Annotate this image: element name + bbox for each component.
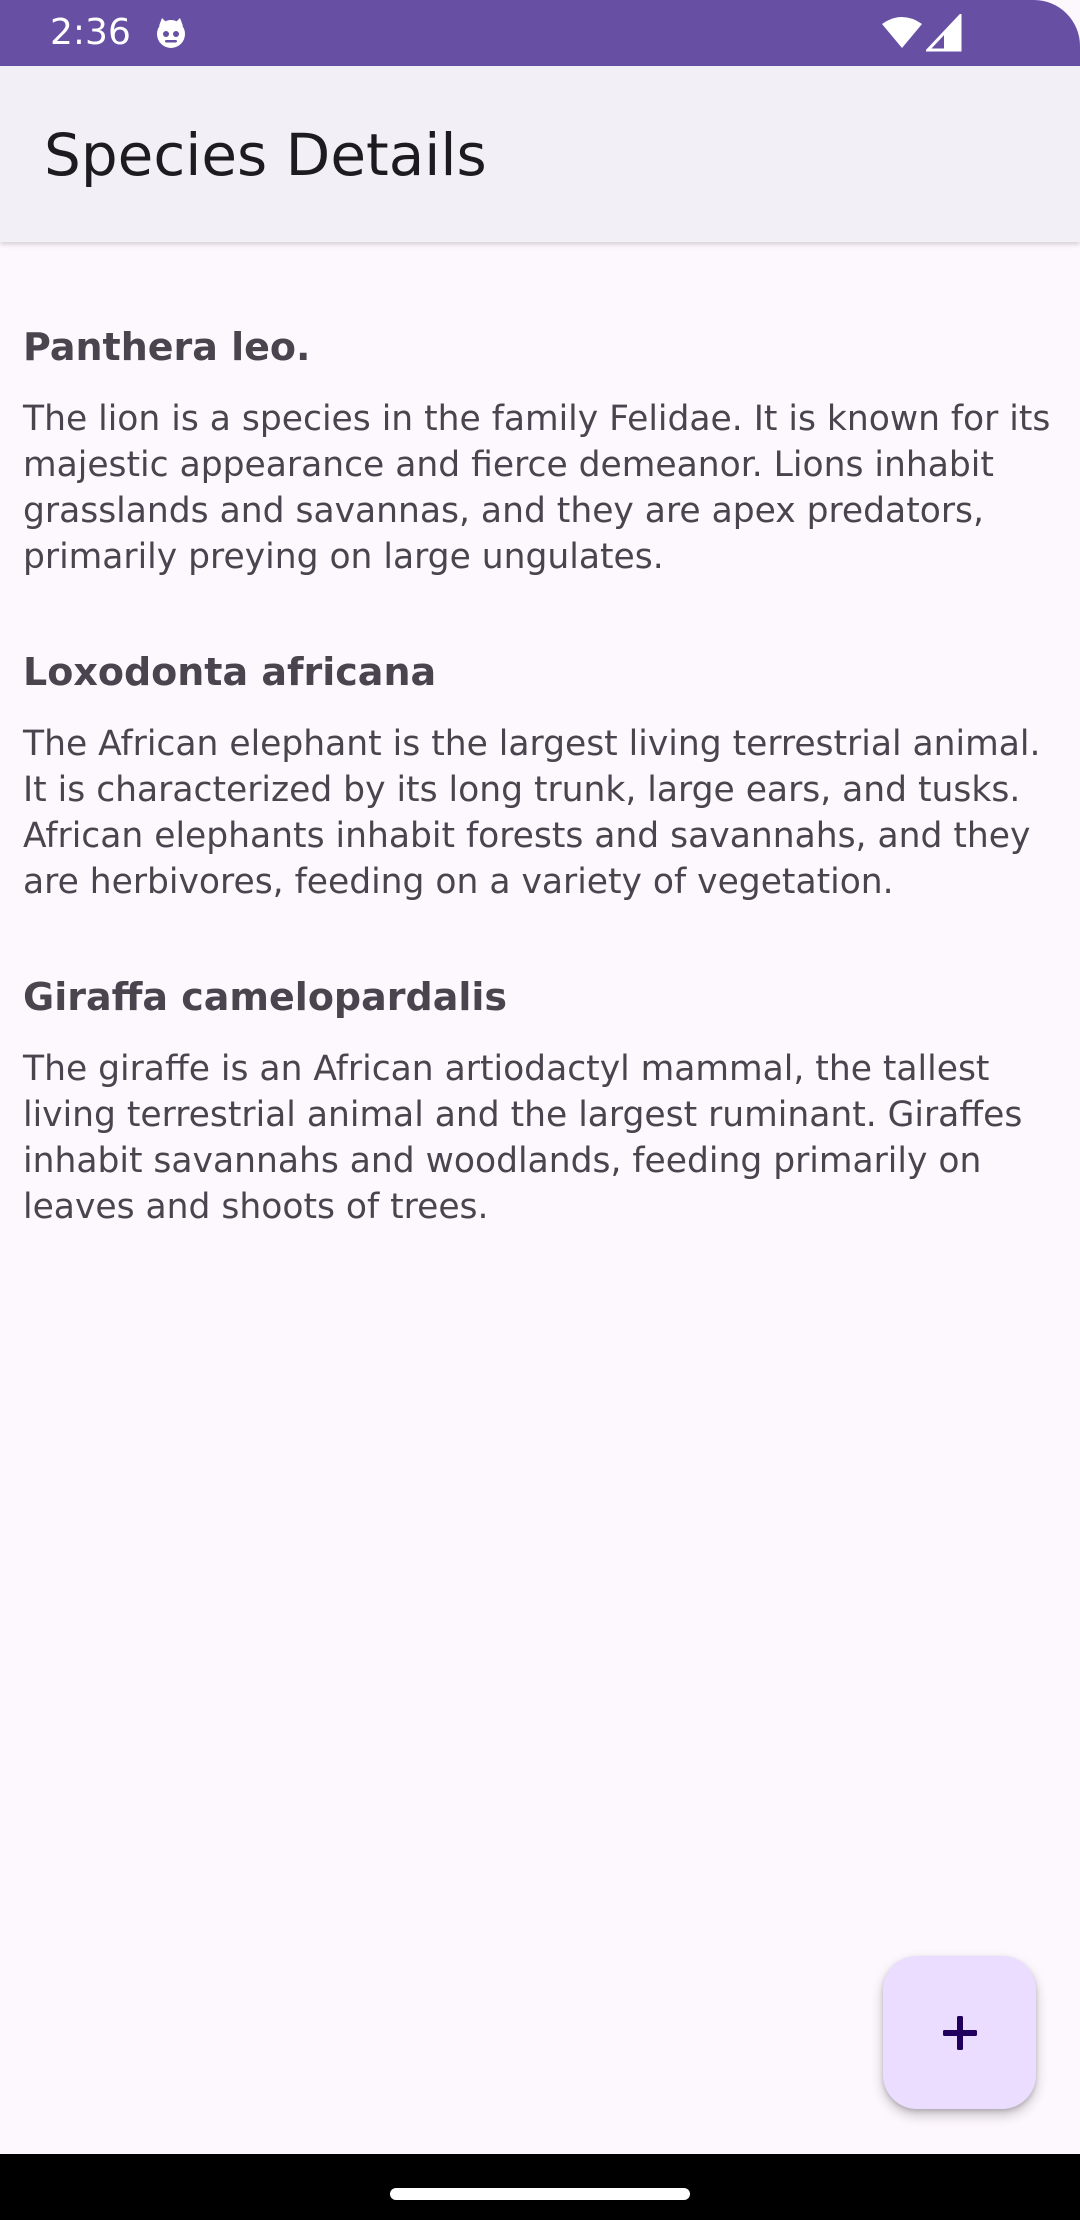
plus-icon (940, 2013, 980, 2053)
species-description: The African elephant is the largest livi… (23, 724, 1041, 902)
wifi-icon (880, 16, 924, 50)
species-item: Loxodonta africana The African elephant … (23, 643, 1053, 905)
species-name: Giraffa camelopardalis (23, 975, 508, 1019)
face-icon (154, 16, 188, 50)
navigation-bar (0, 2154, 1080, 2220)
status-bar: 2:36 (0, 0, 1080, 66)
add-species-button[interactable] (883, 1956, 1036, 2109)
species-name: Loxodonta africana (23, 650, 437, 694)
species-item: Giraffa camelopardalis The giraffe is an… (23, 968, 1053, 1230)
species-item: Panthera leo. The lion is a species in t… (23, 318, 1053, 580)
home-gesture-handle[interactable] (390, 2188, 690, 2200)
species-name: Panthera leo. (23, 325, 311, 369)
species-description: The giraffe is an African artiodactyl ma… (23, 1049, 1023, 1227)
species-description: The lion is a species in the family Feli… (23, 399, 1051, 577)
top-app-bar: Species Details (0, 66, 1080, 242)
status-time: 2:36 (50, 12, 131, 53)
species-list: Panthera leo. The lion is a species in t… (23, 318, 1053, 1293)
signal-icon (924, 12, 964, 52)
page-title: Species Details (44, 121, 487, 189)
